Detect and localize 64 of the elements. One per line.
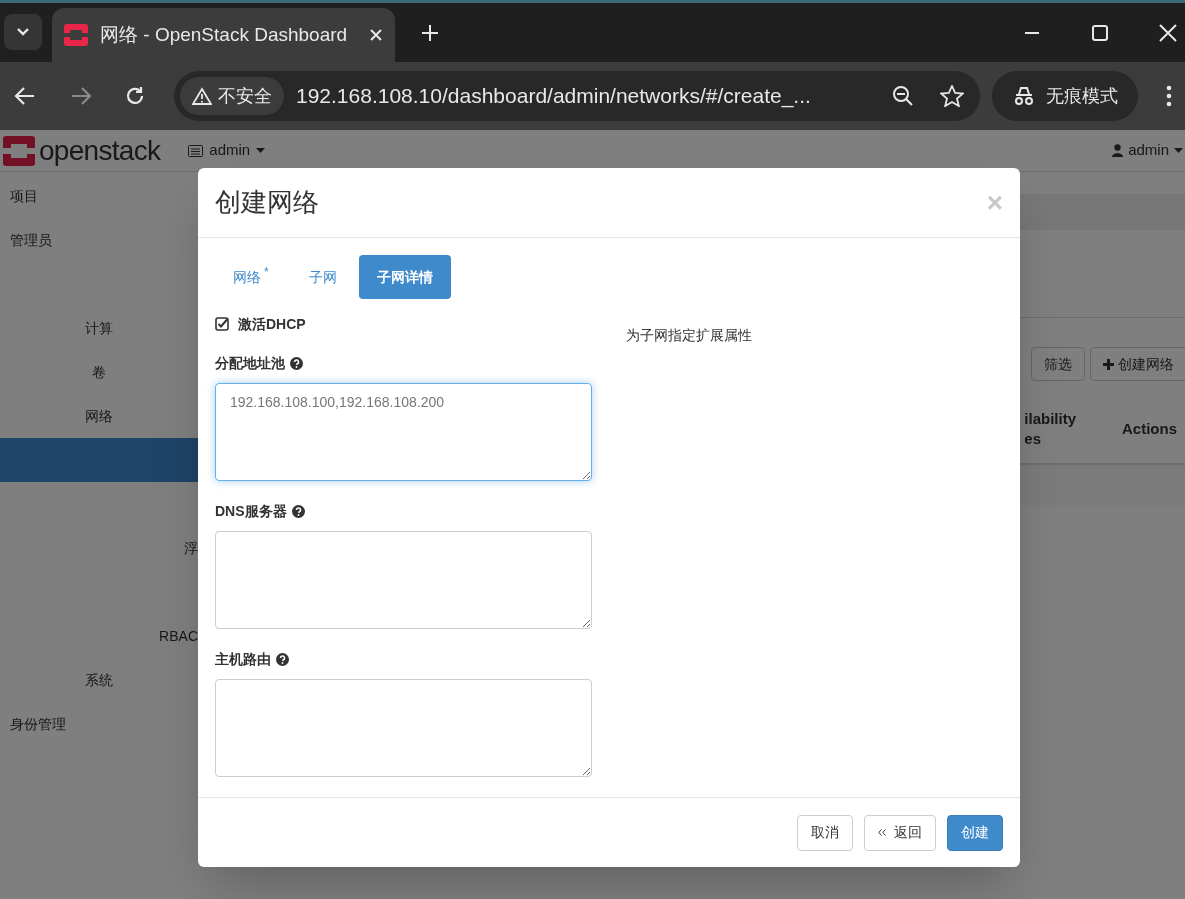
field-label: DNS服务器 [215, 502, 287, 521]
security-label: 不安全 [218, 84, 272, 108]
security-chip[interactable]: 不安全 [180, 77, 284, 115]
column-header: ilability es [1024, 409, 1076, 449]
url-text: 192.168.108.10/dashboard/admin/networks/#/create_... [296, 83, 811, 110]
logo-icon [3, 135, 35, 166]
maximize-icon[interactable] [1091, 24, 1109, 42]
double-chevron-left-icon [878, 829, 886, 836]
sidebar-item[interactable]: 管理员 [10, 229, 52, 251]
logo-icon [64, 24, 88, 46]
help-icon [276, 653, 289, 666]
sidebar-item[interactable]: 网络 [85, 405, 113, 427]
star-icon[interactable] [940, 85, 964, 107]
tab[interactable]: 子网 [290, 255, 355, 299]
tab-title: 网络 - OpenStack Dashboard [100, 22, 348, 47]
tab[interactable]: 子网详情 [358, 255, 451, 299]
checkbox[interactable] [215, 317, 229, 331]
menu-icon[interactable] [1166, 85, 1172, 107]
modal-title: 创建网络 [215, 186, 319, 219]
help-text: 为子网指定扩展属性 [626, 326, 752, 345]
forward-icon[interactable] [70, 86, 92, 106]
close-icon[interactable] [369, 28, 383, 42]
address-bar[interactable]: 不安全 192.168.108.10/dashboard/admin/networks/#/create_... [174, 71, 980, 121]
required-asterisk: * [264, 264, 269, 279]
back-button[interactable]: 返回 [864, 814, 936, 851]
caret-icon [1174, 147, 1183, 154]
column-header: Actions [1122, 419, 1177, 439]
zoom-icon[interactable] [892, 85, 914, 107]
filter-button[interactable]: 筛选 [1031, 347, 1085, 381]
sidebar-item[interactable]: 项目 [10, 185, 38, 207]
text-area[interactable]: 192.168.108.100,192.168.108.200 [215, 383, 592, 481]
warning-icon [192, 87, 212, 105]
plus-icon[interactable] [421, 24, 439, 42]
field-label: 分配地址池 [215, 354, 285, 373]
plus-icon [1103, 358, 1114, 370]
incognito-label: 无痕模式 [1046, 84, 1118, 108]
reload-icon[interactable] [124, 85, 146, 107]
help-icon [290, 357, 303, 370]
sidebar-item[interactable]: 卷 [92, 361, 106, 383]
logo-text: openstack [39, 133, 161, 168]
user-dropdown[interactable]: admin [1112, 139, 1183, 162]
list-icon [188, 144, 204, 157]
sidebar-item[interactable]: 浮 [184, 537, 198, 559]
tab[interactable]: 网络 $^{*}$ [215, 255, 287, 299]
checkbox-label: 激活DHCP [238, 314, 306, 334]
sidebar-item[interactable]: 系统 [85, 669, 113, 691]
close-icon[interactable] [1159, 24, 1177, 42]
incognito-icon [1012, 86, 1036, 106]
sidebar-item[interactable]: 身份管理 [10, 713, 66, 735]
create-network-button[interactable]: 创建网络 [1090, 347, 1185, 381]
sidebar-item[interactable]: RBAC [159, 625, 198, 647]
create-button[interactable]: 创建 [947, 814, 1003, 851]
tab-search-button[interactable] [4, 14, 42, 50]
help-icon [291, 505, 305, 518]
chevron-down-icon [16, 27, 30, 37]
back-icon[interactable] [14, 86, 36, 106]
project-dropdown[interactable]: admin [188, 139, 266, 162]
incognito-chip[interactable]: 无痕模式 [992, 71, 1138, 121]
caret-icon [256, 147, 266, 154]
field-label: 主机路由 [215, 650, 271, 669]
user-icon [1112, 144, 1124, 157]
sidebar-item[interactable]: 计算 [85, 317, 113, 339]
browser-tab[interactable]: 网络 - OpenStack Dashboard [52, 8, 395, 62]
cancel-button[interactable]: 取消 [797, 814, 853, 851]
